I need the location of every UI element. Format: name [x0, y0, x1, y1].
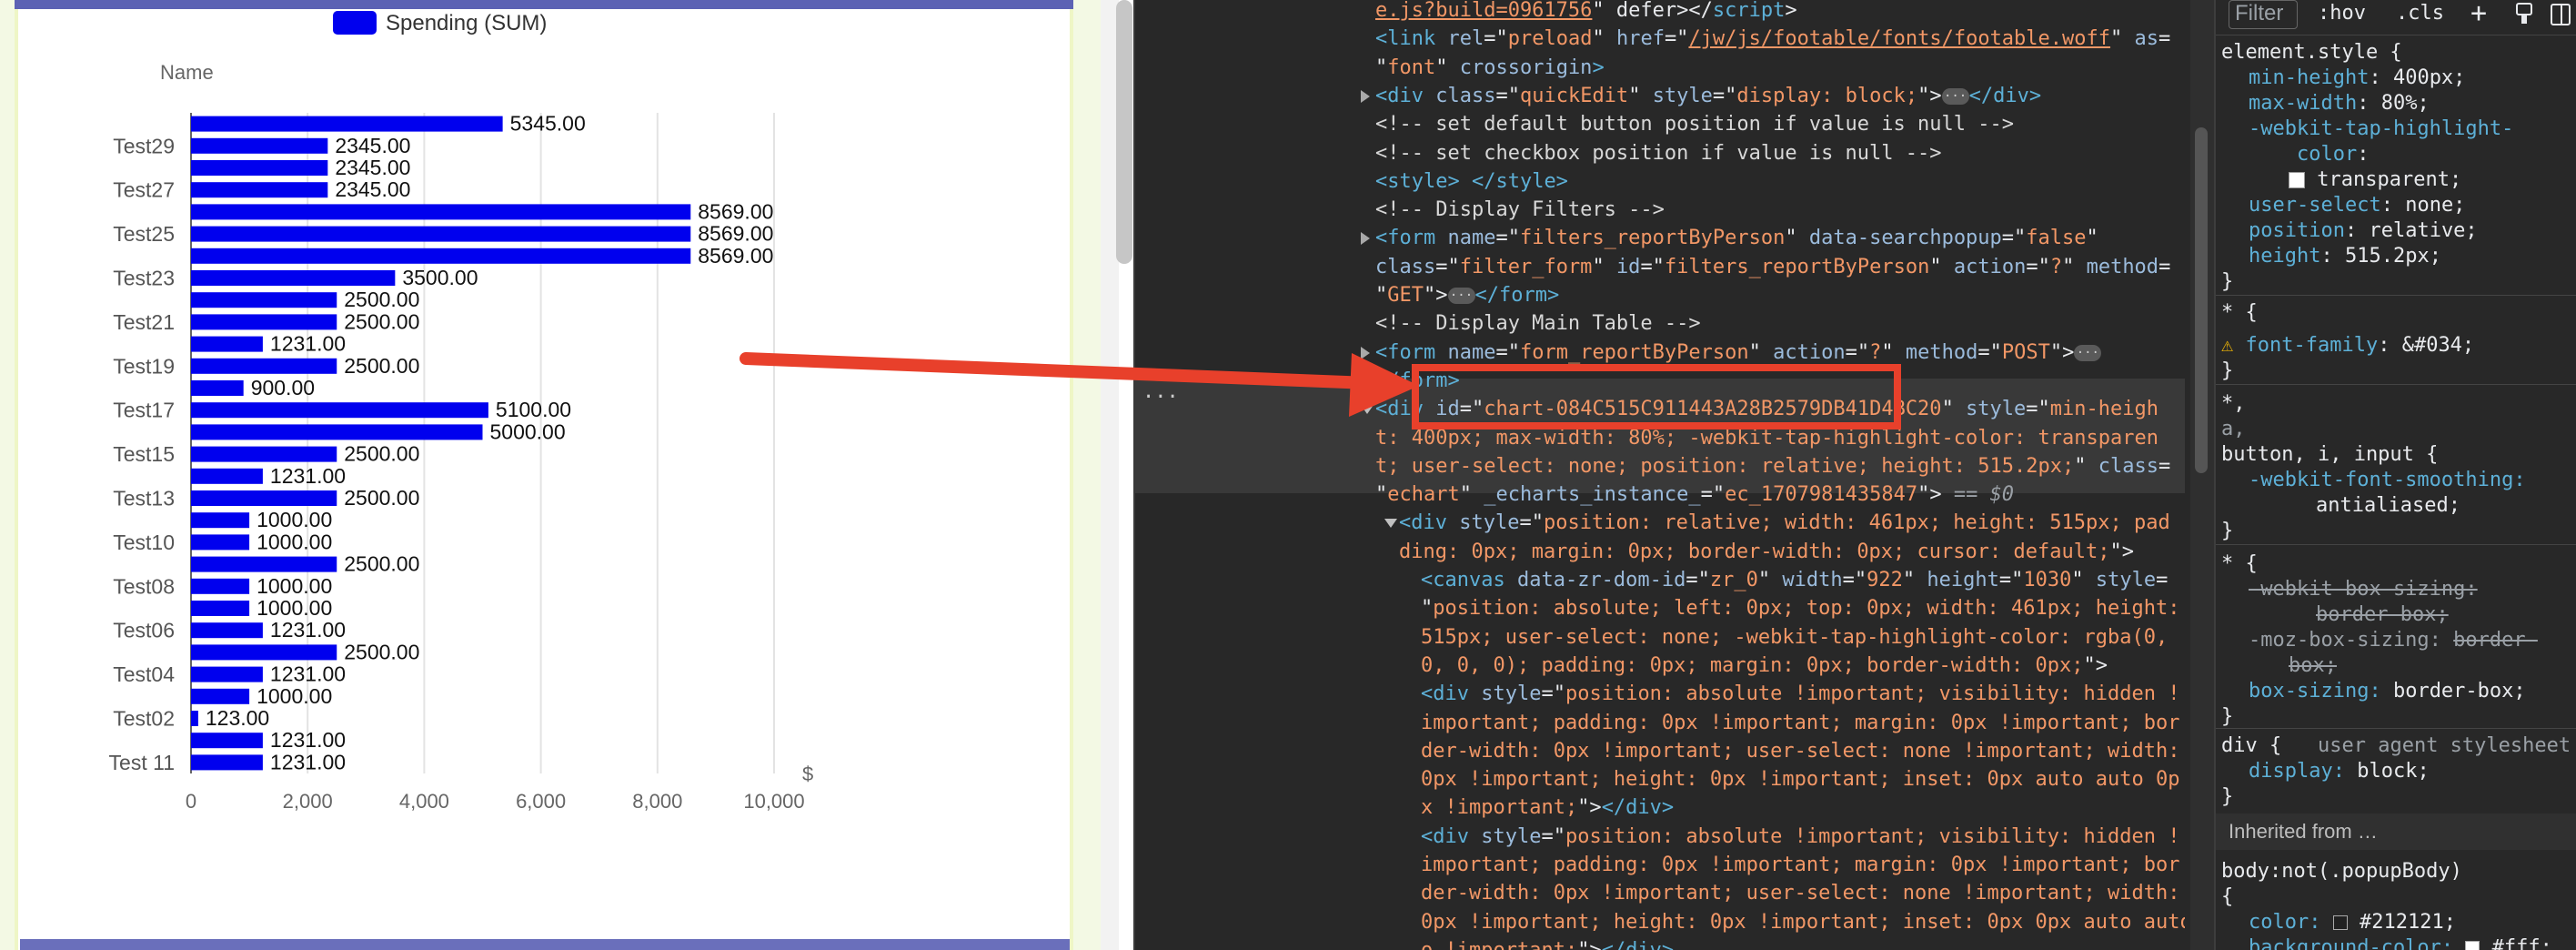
red-highlight-box — [1412, 364, 1901, 430]
red-arrow-annotation — [740, 352, 1419, 417]
